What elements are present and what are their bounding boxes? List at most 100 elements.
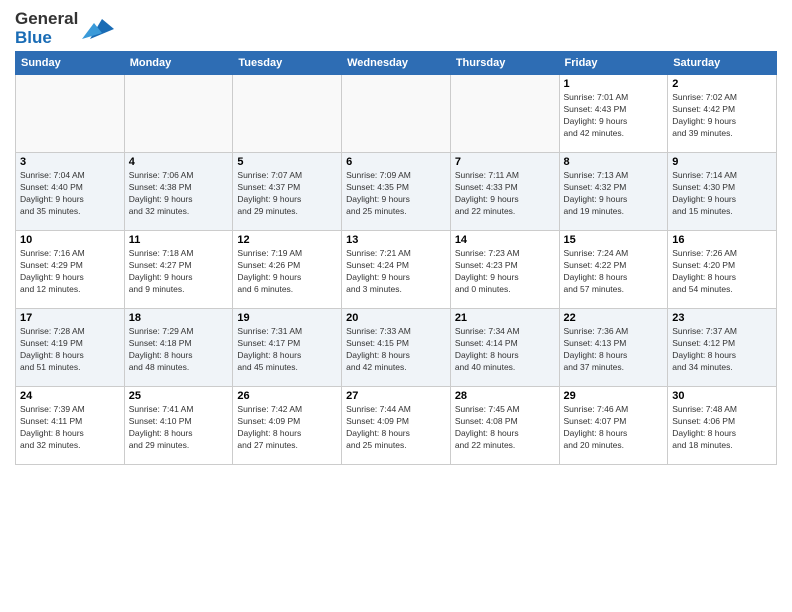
day-number: 30 xyxy=(672,390,772,402)
day-detail: Sunrise: 7:13 AM Sunset: 4:32 PM Dayligh… xyxy=(564,170,664,218)
calendar-cell: 10 Sunrise: 7:16 AM Sunset: 4:29 PM Dayli… xyxy=(16,231,125,309)
day-detail: Sunrise: 7:42 AM Sunset: 4:09 PM Dayligh… xyxy=(237,404,337,452)
col-header-sunday: Sunday xyxy=(16,52,125,75)
calendar-cell: 22 Sunrise: 7:36 AM Sunset: 4:13 PM Dayli… xyxy=(559,309,668,387)
calendar-cell: 21Sunrise: 7:34 AM Sunset: 4:14 PM Dayli… xyxy=(450,309,559,387)
calendar-week-row: 3 Sunrise: 7:04 AM Sunset: 4:40 PM Daylig… xyxy=(16,153,777,231)
day-number: 11 xyxy=(129,234,229,246)
day-number: 19 xyxy=(237,312,337,324)
day-number: 6 xyxy=(346,156,446,168)
col-header-friday: Friday xyxy=(559,52,668,75)
day-detail: Sunrise: 7:46 AM Sunset: 4:07 PM Dayligh… xyxy=(564,404,664,452)
calendar-cell: 9 Sunrise: 7:14 AM Sunset: 4:30 PM Daylig… xyxy=(668,153,777,231)
calendar-cell: 11 Sunrise: 7:18 AM Sunset: 4:27 PM Dayli… xyxy=(124,231,233,309)
logo-blue: Blue xyxy=(15,29,52,48)
day-number: 15 xyxy=(564,234,664,246)
day-detail: Sunrise: 7:14 AM Sunset: 4:30 PM Dayligh… xyxy=(672,170,772,218)
day-detail: Sunrise: 7:39 AM Sunset: 4:11 PM Dayligh… xyxy=(20,404,120,452)
calendar-cell: 17Sunrise: 7:28 AM Sunset: 4:19 PM Dayli… xyxy=(16,309,125,387)
day-number: 4 xyxy=(129,156,229,168)
day-detail: Sunrise: 7:21 AM Sunset: 4:24 PM Dayligh… xyxy=(346,248,446,296)
calendar-cell: 23 Sunrise: 7:37 AM Sunset: 4:12 PM Dayli… xyxy=(668,309,777,387)
calendar-cell xyxy=(233,75,342,153)
col-header-tuesday: Tuesday xyxy=(233,52,342,75)
calendar-cell: 26Sunrise: 7:42 AM Sunset: 4:09 PM Dayli… xyxy=(233,387,342,465)
day-number: 7 xyxy=(455,156,555,168)
day-detail: Sunrise: 7:41 AM Sunset: 4:10 PM Dayligh… xyxy=(129,404,229,452)
day-detail: Sunrise: 7:29 AM Sunset: 4:18 PM Dayligh… xyxy=(129,326,229,374)
day-detail: Sunrise: 7:45 AM Sunset: 4:08 PM Dayligh… xyxy=(455,404,555,452)
day-detail: Sunrise: 7:44 AM Sunset: 4:09 PM Dayligh… xyxy=(346,404,446,452)
calendar-cell: 24 Sunrise: 7:39 AM Sunset: 4:11 PM Dayli… xyxy=(16,387,125,465)
header: General Blue xyxy=(15,10,777,47)
calendar-cell: 15 Sunrise: 7:24 AM Sunset: 4:22 PM Dayli… xyxy=(559,231,668,309)
day-number: 1 xyxy=(564,78,664,90)
day-detail: Sunrise: 7:01 AM Sunset: 4:43 PM Dayligh… xyxy=(564,92,664,140)
calendar-cell: 28 Sunrise: 7:45 AM Sunset: 4:08 PM Dayli… xyxy=(450,387,559,465)
calendar-cell: 5 Sunrise: 7:07 AM Sunset: 4:37 PM Daylig… xyxy=(233,153,342,231)
calendar-cell: 25 Sunrise: 7:41 AM Sunset: 4:10 PM Dayli… xyxy=(124,387,233,465)
calendar-cell: 20Sunrise: 7:33 AM Sunset: 4:15 PM Dayli… xyxy=(342,309,451,387)
day-detail: Sunrise: 7:36 AM Sunset: 4:13 PM Dayligh… xyxy=(564,326,664,374)
calendar-cell: 19 Sunrise: 7:31 AM Sunset: 4:17 PM Dayli… xyxy=(233,309,342,387)
day-detail: Sunrise: 7:09 AM Sunset: 4:35 PM Dayligh… xyxy=(346,170,446,218)
calendar-cell xyxy=(342,75,451,153)
day-detail: Sunrise: 7:37 AM Sunset: 4:12 PM Dayligh… xyxy=(672,326,772,374)
day-detail: Sunrise: 7:48 AM Sunset: 4:06 PM Dayligh… xyxy=(672,404,772,452)
calendar-cell: 16 Sunrise: 7:26 AM Sunset: 4:20 PM Dayli… xyxy=(668,231,777,309)
calendar-cell: 4 Sunrise: 7:06 AM Sunset: 4:38 PM Daylig… xyxy=(124,153,233,231)
day-detail: Sunrise: 7:23 AM Sunset: 4:23 PM Dayligh… xyxy=(455,248,555,296)
day-detail: Sunrise: 7:16 AM Sunset: 4:29 PM Dayligh… xyxy=(20,248,120,296)
col-header-monday: Monday xyxy=(124,52,233,75)
calendar-cell xyxy=(16,75,125,153)
calendar-cell: 12 Sunrise: 7:19 AM Sunset: 4:26 PM Dayli… xyxy=(233,231,342,309)
day-detail: Sunrise: 7:18 AM Sunset: 4:27 PM Dayligh… xyxy=(129,248,229,296)
day-number: 24 xyxy=(20,390,120,402)
calendar-header-row: SundayMondayTuesdayWednesdayThursdayFrid… xyxy=(16,52,777,75)
day-number: 3 xyxy=(20,156,120,168)
calendar-cell: 7 Sunrise: 7:11 AM Sunset: 4:33 PM Daylig… xyxy=(450,153,559,231)
day-detail: Sunrise: 7:26 AM Sunset: 4:20 PM Dayligh… xyxy=(672,248,772,296)
calendar-cell: 14 Sunrise: 7:23 AM Sunset: 4:23 PM Dayli… xyxy=(450,231,559,309)
calendar-cell: 29 Sunrise: 7:46 AM Sunset: 4:07 PM Dayli… xyxy=(559,387,668,465)
logo-icon xyxy=(82,15,114,43)
day-number: 28 xyxy=(455,390,555,402)
day-number: 21 xyxy=(455,312,555,324)
day-number: 23 xyxy=(672,312,772,324)
day-detail: Sunrise: 7:06 AM Sunset: 4:38 PM Dayligh… xyxy=(129,170,229,218)
calendar-cell: 13 Sunrise: 7:21 AM Sunset: 4:24 PM Dayli… xyxy=(342,231,451,309)
calendar-cell: 18 Sunrise: 7:29 AM Sunset: 4:18 PM Dayli… xyxy=(124,309,233,387)
calendar-cell xyxy=(124,75,233,153)
calendar-cell: 2Sunrise: 7:02 AM Sunset: 4:42 PM Daylig… xyxy=(668,75,777,153)
day-detail: Sunrise: 7:19 AM Sunset: 4:26 PM Dayligh… xyxy=(237,248,337,296)
day-number: 29 xyxy=(564,390,664,402)
day-detail: Sunrise: 7:33 AM Sunset: 4:15 PM Dayligh… xyxy=(346,326,446,374)
day-number: 14 xyxy=(455,234,555,246)
day-detail: Sunrise: 7:04 AM Sunset: 4:40 PM Dayligh… xyxy=(20,170,120,218)
day-detail: Sunrise: 7:28 AM Sunset: 4:19 PM Dayligh… xyxy=(20,326,120,374)
day-number: 16 xyxy=(672,234,772,246)
day-number: 2 xyxy=(672,78,772,90)
day-detail: Sunrise: 7:07 AM Sunset: 4:37 PM Dayligh… xyxy=(237,170,337,218)
calendar-week-row: 17Sunrise: 7:28 AM Sunset: 4:19 PM Dayli… xyxy=(16,309,777,387)
calendar-cell: 30 Sunrise: 7:48 AM Sunset: 4:06 PM Dayli… xyxy=(668,387,777,465)
day-number: 13 xyxy=(346,234,446,246)
day-number: 5 xyxy=(237,156,337,168)
day-number: 18 xyxy=(129,312,229,324)
day-detail: Sunrise: 7:24 AM Sunset: 4:22 PM Dayligh… xyxy=(564,248,664,296)
col-header-thursday: Thursday xyxy=(450,52,559,75)
logo-general: General xyxy=(15,10,78,29)
page: General Blue SundayMondayTuesdayWednesda… xyxy=(0,0,792,612)
day-detail: Sunrise: 7:31 AM Sunset: 4:17 PM Dayligh… xyxy=(237,326,337,374)
day-number: 12 xyxy=(237,234,337,246)
day-detail: Sunrise: 7:11 AM Sunset: 4:33 PM Dayligh… xyxy=(455,170,555,218)
calendar-week-row: 1 Sunrise: 7:01 AM Sunset: 4:43 PM Daylig… xyxy=(16,75,777,153)
day-number: 25 xyxy=(129,390,229,402)
day-number: 8 xyxy=(564,156,664,168)
calendar-cell: 6 Sunrise: 7:09 AM Sunset: 4:35 PM Daylig… xyxy=(342,153,451,231)
calendar-cell xyxy=(450,75,559,153)
calendar-cell: 8 Sunrise: 7:13 AM Sunset: 4:32 PM Daylig… xyxy=(559,153,668,231)
day-number: 22 xyxy=(564,312,664,324)
day-number: 9 xyxy=(672,156,772,168)
day-number: 10 xyxy=(20,234,120,246)
